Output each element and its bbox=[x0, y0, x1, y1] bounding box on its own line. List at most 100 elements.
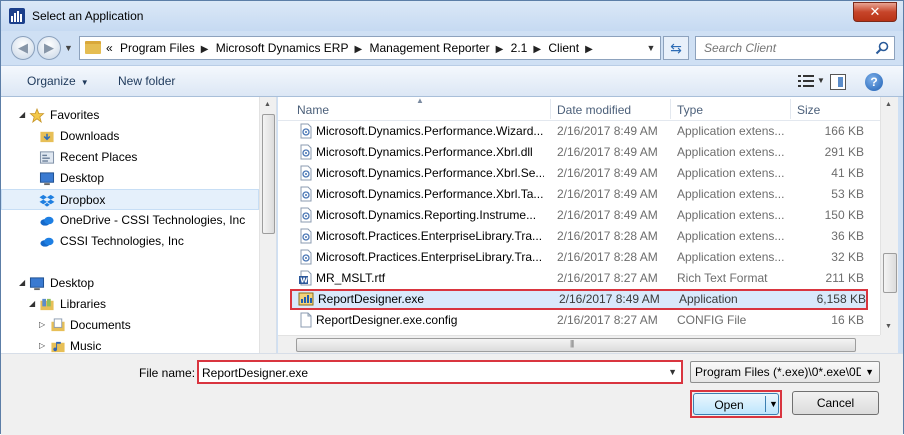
expand-triangle-icon[interactable]: ◢ bbox=[19, 110, 25, 119]
refresh-button[interactable]: ⇆ bbox=[663, 36, 689, 60]
nav-label: Dropbox bbox=[60, 193, 106, 207]
nav-pane-scroll-thumb[interactable] bbox=[262, 114, 275, 234]
expand-triangle-icon[interactable]: ◢ bbox=[29, 299, 35, 308]
dll-icon bbox=[300, 165, 312, 181]
recent-locations-dropdown-icon[interactable]: ▼ bbox=[64, 43, 73, 53]
column-header-name[interactable]: Name bbox=[297, 103, 329, 117]
file-date: 2/16/2017 8:49 AM bbox=[557, 187, 658, 201]
file-row-selected[interactable]: ReportDesigner.exe 2/16/2017 8:49 AM App… bbox=[290, 289, 868, 310]
expand-triangle-icon[interactable]: ◢ bbox=[19, 278, 25, 287]
dll-icon bbox=[300, 144, 312, 160]
address-dropdown-icon[interactable]: ▼ bbox=[642, 37, 660, 59]
file-size: 36 KB bbox=[831, 229, 864, 243]
nav-pane-scrollbar[interactable]: ▲ bbox=[259, 97, 276, 353]
scroll-up-icon[interactable]: ▲ bbox=[885, 101, 892, 108]
onedrive-icon bbox=[40, 216, 54, 226]
close-button[interactable]: ✕ bbox=[853, 2, 897, 22]
preview-pane-icon[interactable] bbox=[830, 74, 846, 90]
breadcrumb-overflow[interactable]: « bbox=[106, 41, 113, 55]
nav-item-libraries[interactable]: ◢ Libraries bbox=[1, 294, 259, 315]
file-row[interactable]: Microsoft.Dynamics.Performance.Xbrl.Ta..… bbox=[290, 184, 868, 205]
address-bar[interactable]: « Program Files ▶ Microsoft Dynamics ERP ▶… bbox=[79, 36, 661, 60]
scrollbar-corner bbox=[880, 335, 898, 353]
breadcrumb-microsoft-dynamics-erp[interactable]: Microsoft Dynamics ERP bbox=[216, 41, 349, 55]
file-name: Microsoft.Dynamics.Performance.Xbrl.dll bbox=[316, 145, 533, 159]
chevron-right-icon[interactable]: ▶ bbox=[201, 44, 209, 55]
file-date: 2/16/2017 8:28 AM bbox=[557, 229, 658, 243]
column-header-type[interactable]: Type bbox=[677, 103, 703, 117]
file-type-filter-select[interactable]: Program Files (*.exe)\0*.exe\0D ▼ bbox=[690, 361, 880, 383]
file-row[interactable]: Microsoft.Dynamics.Performance.Xbrl.dll … bbox=[290, 142, 868, 163]
file-row[interactable]: ReportDesigner.exe.config 2/16/2017 8:27… bbox=[290, 310, 868, 331]
nav-label: CSSI Technologies, Inc bbox=[60, 234, 184, 248]
collapsed-triangle-icon[interactable]: ▷ bbox=[39, 320, 45, 329]
column-divider[interactable] bbox=[790, 99, 791, 119]
file-name-dropdown-icon[interactable]: ▼ bbox=[668, 367, 677, 377]
dll-icon bbox=[300, 207, 312, 223]
search-icon[interactable] bbox=[874, 40, 890, 56]
nav-item-downloads[interactable]: Downloads bbox=[1, 126, 259, 147]
file-row[interactable]: Microsoft.Dynamics.Performance.Xbrl.Se..… bbox=[290, 163, 868, 184]
breadcrumb-client[interactable]: Client bbox=[548, 41, 579, 55]
help-icon[interactable]: ? bbox=[865, 73, 883, 91]
chevron-right-icon[interactable]: ▶ bbox=[354, 44, 362, 55]
search-input[interactable] bbox=[702, 40, 872, 56]
column-divider[interactable] bbox=[550, 99, 551, 119]
open-button[interactable]: Open bbox=[694, 398, 764, 412]
file-row[interactable]: Microsoft.Dynamics.Reporting.Instrume...… bbox=[290, 205, 868, 226]
nav-item-dropbox[interactable]: Dropbox bbox=[1, 189, 259, 210]
open-options-dropdown-icon[interactable]: ▼ bbox=[769, 399, 778, 409]
nav-item-documents[interactable]: ▷ Documents bbox=[1, 315, 259, 336]
file-name-combobox[interactable]: ▼ bbox=[197, 360, 683, 384]
view-options-dropdown-icon[interactable]: ▼ bbox=[817, 76, 825, 85]
file-type-filter-value: Program Files (*.exe)\0*.exe\0D bbox=[695, 365, 861, 379]
nav-label: Recent Places bbox=[60, 150, 138, 164]
nav-item-desktop[interactable]: ◢ Desktop bbox=[1, 273, 259, 294]
file-name: ReportDesigner.exe.config bbox=[316, 313, 458, 327]
collapsed-triangle-icon[interactable]: ▷ bbox=[39, 341, 45, 350]
refresh-icon: ⇆ bbox=[670, 40, 682, 56]
file-row[interactable]: Microsoft.Practices.EnterpriseLibrary.Tr… bbox=[290, 247, 868, 268]
scroll-up-icon[interactable]: ▲ bbox=[264, 101, 271, 108]
forward-button[interactable]: ▶ bbox=[37, 36, 61, 60]
nav-item-onedrive-cssi[interactable]: OneDrive - CSSI Technologies, Inc bbox=[1, 210, 259, 231]
filter-dropdown-icon[interactable]: ▼ bbox=[865, 367, 874, 377]
chevron-right-icon[interactable]: ▶ bbox=[585, 44, 593, 55]
file-name-input[interactable] bbox=[202, 365, 652, 381]
column-header-size[interactable]: Size bbox=[797, 103, 820, 117]
file-row[interactable]: Microsoft.Dynamics.Performance.Wizard...… bbox=[290, 121, 868, 142]
nav-item-desktop-favorite[interactable]: Desktop bbox=[1, 168, 259, 189]
dialog-footer: File name: ▼ Program Files (*.exe)\0*.ex… bbox=[1, 353, 903, 435]
column-divider[interactable] bbox=[670, 99, 671, 119]
organize-menu[interactable]: Organize ▼ bbox=[27, 74, 89, 88]
breadcrumb-management-reporter[interactable]: Management Reporter bbox=[370, 41, 490, 55]
file-list[interactable]: ▲ Name Date modified Type Size Microsoft… bbox=[278, 97, 880, 353]
horizontal-scroll-thumb[interactable] bbox=[296, 338, 856, 352]
column-header-date-modified[interactable]: Date modified bbox=[557, 103, 631, 117]
chevron-right-icon[interactable]: ▶ bbox=[496, 44, 504, 55]
navigation-pane[interactable]: ◢ Favorites Downloads Recent Places Desk… bbox=[1, 97, 277, 353]
change-view-icon[interactable] bbox=[798, 74, 814, 88]
scroll-down-icon[interactable]: ▼ bbox=[885, 323, 892, 330]
new-folder-button[interactable]: New folder bbox=[118, 74, 175, 88]
nav-item-favorites[interactable]: ◢ Favorites bbox=[1, 105, 259, 126]
nav-item-music[interactable]: ▷ Music bbox=[1, 336, 259, 353]
open-split-button[interactable]: Open ▼ bbox=[693, 393, 779, 415]
file-list-vertical-scrollbar[interactable]: ▲ ▼ bbox=[880, 97, 898, 335]
nav-item-cssi-technologies[interactable]: CSSI Technologies, Inc bbox=[1, 231, 259, 252]
chevron-right-icon[interactable]: ▶ bbox=[533, 44, 541, 55]
nav-item-recent-places[interactable]: Recent Places bbox=[1, 147, 259, 168]
cancel-button[interactable]: Cancel bbox=[792, 391, 879, 415]
dropbox-icon bbox=[39, 194, 55, 207]
vertical-scroll-thumb[interactable] bbox=[883, 253, 897, 293]
file-list-horizontal-scrollbar[interactable]: ||| bbox=[278, 335, 880, 353]
breadcrumb-2-1[interactable]: 2.1 bbox=[511, 41, 528, 55]
file-type: Application extens... bbox=[677, 187, 785, 201]
file-row[interactable]: W MR_MSLT.rtf 2/16/2017 8:27 AM Rich Tex… bbox=[290, 268, 868, 289]
breadcrumb-program-files[interactable]: Program Files bbox=[120, 41, 195, 55]
back-button[interactable]: ◀ bbox=[11, 36, 35, 60]
search-box[interactable] bbox=[695, 36, 895, 60]
title-bar[interactable]: Select an Application ✕ bbox=[1, 1, 903, 31]
file-row[interactable]: Microsoft.Practices.EnterpriseLibrary.Tr… bbox=[290, 226, 868, 247]
file-type: Application extens... bbox=[677, 124, 785, 138]
